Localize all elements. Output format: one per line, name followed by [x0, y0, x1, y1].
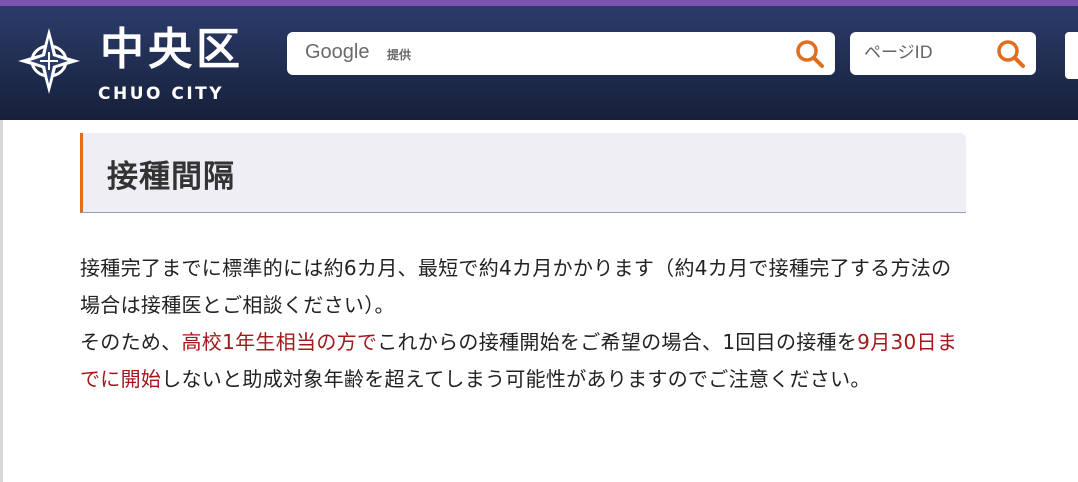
section-heading: 接種間隔	[80, 133, 966, 213]
page-id-search-icon[interactable]	[996, 39, 1026, 69]
page-id-input[interactable]	[864, 40, 984, 66]
site-header: 中央区 CHUO CITY Google 提供	[0, 6, 1078, 120]
emphasis-target: 高校1年生相当の方で	[181, 330, 378, 354]
notice-text: しないと助成対象年齢を超えてしまう可能性がありますのでご注意ください。	[161, 367, 871, 391]
article-body: 接種完了までに標準的には約6カ月、最短で約4カ月かかります（約4カ月で接種完了す…	[80, 250, 970, 398]
paragraph-interval: 接種完了までに標準的には約6カ月、最短で約4カ月かかります（約4カ月で接種完了す…	[80, 256, 952, 317]
search-icon[interactable]	[795, 39, 825, 69]
notice-text: これからの接種開始をご希望の場合、1回目の接種を	[377, 330, 858, 354]
provided-label: 提供	[387, 48, 412, 62]
menu-button[interactable]	[1065, 32, 1078, 79]
google-label: Google	[305, 41, 370, 63]
site-search-box[interactable]: Google 提供	[287, 32, 835, 75]
paragraph-notice: そのため、高校1年生相当の方でこれからの接種開始をご希望の場合、1回目の接種を9…	[80, 324, 970, 398]
logo-title[interactable]: 中央区	[100, 24, 244, 76]
page-id-search[interactable]	[850, 32, 1036, 75]
chuo-city-emblem-icon[interactable]	[16, 26, 82, 96]
notice-text: そのため、	[80, 330, 182, 354]
page-title: 接種間隔	[107, 159, 235, 195]
left-edge	[0, 120, 3, 482]
logo-subtitle: CHUO CITY	[98, 84, 225, 104]
